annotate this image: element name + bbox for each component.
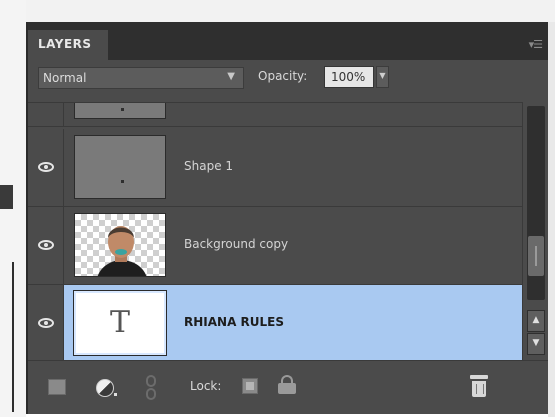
panel-tab-bar: LAYERS ▾☰ [28, 22, 548, 60]
blend-mode-value: Normal [43, 71, 87, 85]
layer-thumbnail [74, 213, 166, 277]
adjustment-menu-indicator [114, 393, 117, 396]
adjustment-layer-icon[interactable] [96, 379, 114, 397]
layers-scrollbar[interactable]: ▲ ▼ [522, 102, 548, 360]
layer-thumbnail [74, 135, 166, 199]
person-photo-icon [97, 226, 147, 276]
visibility-toggle[interactable] [28, 285, 64, 360]
chevron-down-icon: ▼ [227, 71, 235, 82]
new-fill-layer-icon[interactable] [48, 379, 66, 395]
scroll-up-button[interactable]: ▲ [527, 310, 545, 332]
delete-layer-icon[interactable] [470, 375, 488, 397]
layers-list: Shape 1 Background copy T RHIANA RULES [28, 102, 522, 360]
outer-dark-strip [0, 185, 13, 209]
visibility-toggle[interactable] [28, 207, 64, 284]
lock-transparent-pixels-icon[interactable] [242, 378, 258, 394]
eye-icon [38, 240, 54, 250]
layer-options-bar: Normal ▼ Opacity: 100% ▼ [28, 60, 548, 100]
tab-layers[interactable]: LAYERS [28, 30, 108, 60]
lock-label: Lock: [190, 379, 222, 393]
visibility-column [28, 103, 64, 126]
panel-menu-icon[interactable]: ▾☰ [529, 38, 543, 51]
layer-name[interactable]: Background copy [184, 237, 288, 251]
opacity-input[interactable]: 100% [324, 66, 374, 88]
layer-name[interactable]: RHIANA RULES [184, 315, 284, 329]
eye-icon [38, 162, 54, 172]
link-layers-icon[interactable] [146, 375, 156, 401]
scroll-down-button[interactable]: ▼ [527, 333, 545, 355]
outer-window-edge [0, 0, 26, 417]
opacity-label: Opacity: [258, 69, 308, 83]
layer-name[interactable]: Shape 1 [184, 159, 233, 173]
outer-right-edge [548, 22, 555, 417]
opacity-dropdown-button[interactable]: ▼ [376, 66, 389, 88]
layer-row-partial[interactable] [28, 103, 522, 127]
layer-row-selected[interactable]: T RHIANA RULES [28, 285, 522, 360]
layers-panel: LAYERS ▾☰ Normal ▼ Opacity: 100% ▼ Shape… [26, 22, 548, 414]
type-layer-thumbnail: T [74, 291, 166, 355]
layer-row[interactable]: Background copy [28, 207, 522, 285]
eye-icon [38, 318, 54, 328]
scroll-thumb[interactable] [528, 236, 544, 276]
layers-footer-toolbar: Lock: [28, 360, 548, 414]
selection-marker [96, 356, 144, 359]
outer-divider [12, 262, 14, 412]
scroll-track[interactable] [527, 106, 545, 300]
layer-row[interactable]: Shape 1 [28, 129, 522, 207]
selection-marker [96, 287, 144, 290]
layer-thumbnail [74, 103, 166, 119]
lock-all-icon[interactable] [278, 375, 298, 395]
visibility-toggle[interactable] [28, 129, 64, 206]
type-layer-glyph: T [109, 305, 130, 340]
outer-top-chrome [26, 0, 555, 22]
blend-mode-select[interactable]: Normal ▼ [38, 67, 244, 89]
